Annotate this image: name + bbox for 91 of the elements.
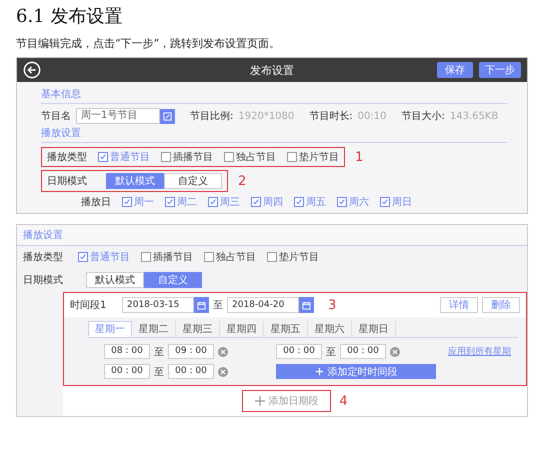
checkbox-label: 独占节目 [236,150,276,164]
stat-label: 节目比例: [190,110,234,123]
checkbox[interactable] [98,152,108,162]
weekday-tab[interactable]: 星期日 [352,321,396,337]
date-input-field[interactable]: 2018-04-20 [227,297,299,313]
weekday-tab[interactable]: 星期二 [132,321,176,337]
weekday-tab[interactable]: 星期一 [88,321,132,337]
segment-tab[interactable]: 默认模式 [86,272,144,288]
calendar-icon[interactable] [194,297,209,313]
outline-button[interactable]: 详情 [440,297,478,313]
checkbox[interactable] [294,197,304,207]
checkbox[interactable] [267,252,277,262]
checkbox-label: 垫片节目 [279,250,319,264]
weekday-tab[interactable]: 星期六 [308,321,352,337]
checkbox-label: 周二 [177,196,197,209]
checkbox[interactable] [78,252,88,262]
field-label: 日期模式 [47,174,87,188]
checkbox[interactable] [208,197,218,207]
segment-tab[interactable]: 自定义 [144,272,202,288]
segment-tab[interactable]: 自定义 [164,173,222,189]
checkbox[interactable] [122,197,132,207]
checkbox-label: 普通节目 [90,250,130,264]
stat-label: 节目时长: [309,110,353,123]
checkbox[interactable] [380,197,390,207]
window-title: 发布设置 [250,62,294,78]
annotation-number: 1 [355,150,364,164]
checkbox-label: 垫片节目 [299,150,339,164]
range-separator: 至 [154,366,164,378]
remove-icon[interactable] [390,346,400,356]
field-label: 日期模式 [23,274,64,287]
section-title: 播放设置 [41,124,507,143]
checkbox-label: 独占节目 [216,250,256,264]
stat-value: 00:10 [358,110,386,122]
time-input-field[interactable]: 00 : 00 [104,364,150,379]
checkbox-label: 普通节目 [110,150,150,164]
checkbox-label: 周一 [134,196,154,209]
time-input-field[interactable]: 08 : 00 [104,344,150,359]
checkbox-label: 周四 [263,196,283,209]
checkbox[interactable] [165,197,175,207]
field-label: 播放类型 [23,250,64,264]
checkbox-label: 周六 [349,196,369,209]
annotation-number: 4 [339,394,348,408]
back-icon[interactable] [23,61,41,79]
time-input-field[interactable]: 09 : 00 [168,344,214,359]
annotation-number: 3 [328,298,336,312]
checkbox-label: 周日 [392,196,412,209]
range-separator: 至 [154,346,164,358]
remove-icon[interactable] [218,366,228,376]
checkbox[interactable] [251,197,261,207]
period-label: 时间段1 [70,298,108,312]
remove-icon[interactable] [218,346,228,356]
outline-button[interactable]: 删除 [482,297,520,313]
stat-value: 143.65KB [450,110,498,122]
range-separator: 至 [213,299,223,312]
section-heading: 6.1 发布设置 [16,5,124,28]
field-label: 播放类型 [47,150,87,164]
weekday-tab[interactable]: 星期五 [264,321,308,337]
segment-tab[interactable]: 默认模式 [106,173,164,189]
toolbar-button[interactable]: 保存 [437,62,473,78]
plus-icon [314,367,324,376]
checkbox-label: 插播节目 [173,150,213,164]
checkbox[interactable] [287,152,297,162]
section-title: 基本信息 [41,85,507,104]
checkbox-label: 周五 [306,196,326,209]
checkbox[interactable] [204,252,214,262]
section-title: 播放设置 [17,225,527,246]
weekday-tab[interactable]: 星期三 [176,321,220,337]
date-input-field[interactable]: 2018-03-15 [122,297,194,313]
time-input-field[interactable]: 00 : 00 [340,344,386,359]
range-separator: 至 [326,346,336,358]
add-time-slot-button[interactable]: 添加定时时间段 [276,364,436,379]
weekday-tab[interactable]: 星期四 [220,321,264,337]
stat-value: 1920*1080 [238,110,294,122]
annotation-number: 2 [238,174,246,188]
name-input-field[interactable]: 周一1号节目 [76,108,160,124]
checkbox[interactable] [224,152,234,162]
intro-paragraph: 节目编辑完成，点击“下一步”，跳转到发布设置页面。 [16,36,282,51]
checkbox[interactable] [141,252,151,262]
edit-icon[interactable] [160,108,175,124]
checkbox-label: 周三 [220,196,240,209]
checkbox[interactable] [161,152,171,162]
checkbox-label: 插播节目 [153,250,193,264]
checkbox[interactable] [337,197,347,207]
calendar-icon[interactable] [299,297,314,313]
field-label: 节目名 [41,110,71,123]
stat-label: 节目大小: [401,110,445,123]
toolbar-button[interactable]: 下一步 [479,62,521,78]
plus-icon [255,396,266,406]
time-input-field[interactable]: 00 : 00 [276,344,322,359]
field-label: 播放日 [81,196,111,209]
time-input-field[interactable]: 00 : 00 [168,364,214,379]
